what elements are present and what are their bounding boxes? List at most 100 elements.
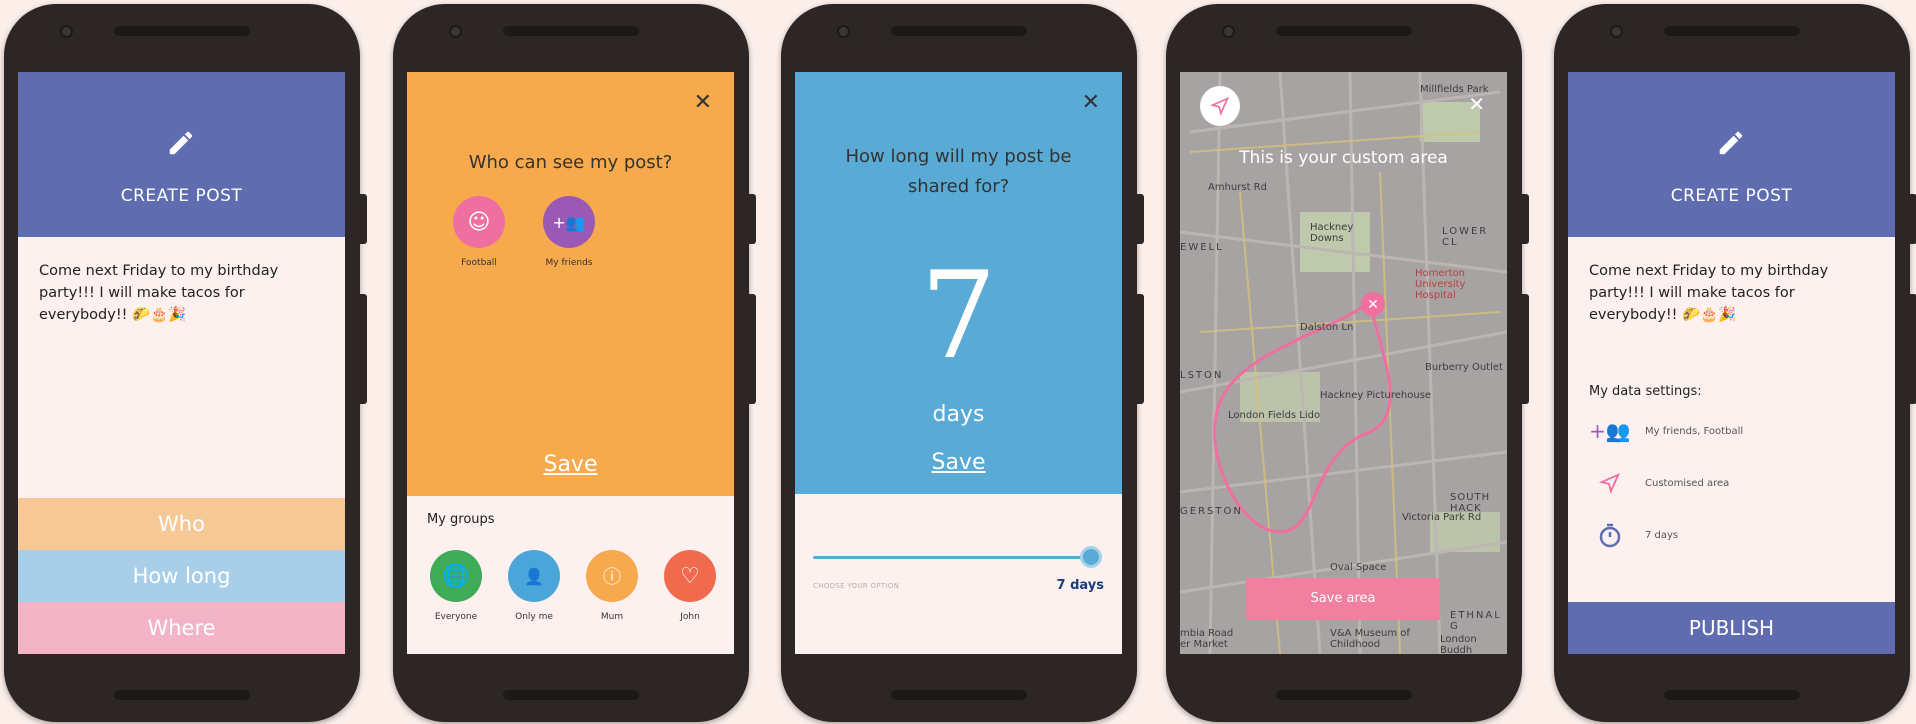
pencil-icon[interactable]	[166, 128, 196, 158]
map-label: Victoria Park Rd	[1402, 512, 1482, 523]
close-icon[interactable]: ✕	[1082, 92, 1100, 114]
selected-audience-friends[interactable]: +👥 My friends	[529, 196, 609, 268]
front-camera	[837, 25, 850, 38]
group-mum[interactable]: ⓘ Mum	[577, 550, 647, 622]
who-panel: ✕ Who can see my post? ☺ Football +👥 My …	[407, 72, 734, 496]
who-button[interactable]: Who	[18, 498, 345, 550]
save-button[interactable]: Save	[407, 452, 734, 477]
where-button[interactable]: Where	[18, 602, 345, 654]
heart-icon: ♡	[664, 550, 716, 602]
map-label: LSTON	[1180, 370, 1224, 381]
front-camera	[449, 25, 462, 38]
phone-create-post: CREATE POST Come next Friday to my birth…	[4, 4, 367, 722]
audience-label: My friends	[545, 258, 593, 268]
header: CREATE POST	[1568, 72, 1895, 237]
duration-unit: days	[932, 402, 985, 427]
save-area-button[interactable]: Save area	[1246, 578, 1440, 620]
setting-label: My friends, Football	[1645, 425, 1744, 437]
setting-area[interactable]: Customised area	[1589, 468, 1729, 498]
setting-duration[interactable]: 7 days	[1589, 520, 1678, 550]
slider-thumb[interactable]	[1080, 546, 1102, 568]
screen-publish: CREATE POST Come next Friday to my birth…	[1568, 72, 1895, 654]
map-label: Dalston Ln	[1300, 322, 1354, 333]
power-button	[1910, 194, 1916, 244]
page-title: CREATE POST	[120, 186, 243, 206]
audience-label: Football	[461, 258, 497, 268]
map-label: mbia Road er Market	[1180, 628, 1234, 650]
speaker-grille	[503, 26, 639, 36]
power-button	[360, 194, 367, 244]
volume-button	[1137, 294, 1144, 404]
add-group-icon: +👥	[543, 196, 595, 248]
screen-create-post: CREATE POST Come next Friday to my birth…	[18, 72, 345, 654]
bottom-speaker	[503, 690, 639, 700]
group-only-me[interactable]: 👤 Only me	[499, 550, 569, 622]
post-text[interactable]: Come next Friday to my birthday party!!!…	[39, 260, 325, 326]
pencil-icon[interactable]	[1716, 128, 1746, 158]
group-label: Only me	[515, 612, 553, 622]
volume-button	[749, 294, 756, 404]
navigation-arrow-icon[interactable]	[1200, 86, 1240, 126]
map-label: Oval Space	[1330, 562, 1387, 573]
phone-who: ✕ Who can see my post? ☺ Football +👥 My …	[393, 4, 756, 722]
group-label: Everyone	[434, 612, 478, 622]
screen-where: ✕ Millfields Park Hackney Downs LOWER CL…	[1180, 72, 1507, 654]
speaker-grille	[1276, 26, 1412, 36]
setting-label: 7 days	[1645, 529, 1679, 541]
question-title: How long will my post be shared for?	[845, 146, 1072, 197]
power-button	[749, 194, 756, 244]
front-camera	[1222, 25, 1235, 38]
settings-title: My data settings:	[1589, 384, 1702, 399]
bottom-speaker	[891, 690, 1027, 700]
setting-label: Customised area	[1645, 477, 1730, 489]
bottom-speaker	[114, 690, 250, 700]
bottom-speaker	[1664, 690, 1800, 700]
setting-audience[interactable]: +👥 My friends, Football	[1589, 416, 1743, 446]
duration-slider[interactable]	[813, 556, 1092, 559]
selected-audience-football[interactable]: ☺ Football	[439, 196, 519, 268]
map-label: Amhurst Rd	[1208, 182, 1267, 193]
map-label: Hackney Picturehouse	[1320, 390, 1432, 401]
close-icon[interactable]: ✕	[1468, 92, 1485, 116]
page-title: CREATE POST	[1670, 186, 1793, 206]
globe-icon: 🌐	[430, 550, 482, 602]
phone-where: ✕ Millfields Park Hackney Downs LOWER CL…	[1166, 4, 1529, 722]
info-icon: ⓘ	[586, 550, 638, 602]
bottom-speaker	[1276, 690, 1412, 700]
stopwatch-icon	[1589, 520, 1631, 550]
map-label: GERSTON	[1180, 506, 1243, 517]
speaker-grille	[114, 26, 250, 36]
add-group-icon: +👥	[1589, 419, 1631, 443]
map-label: London Fields Lido	[1228, 410, 1321, 421]
speaker-grille	[891, 26, 1027, 36]
map-label: SOUTH HACK	[1450, 492, 1491, 514]
publish-button[interactable]: PUBLISH	[1568, 602, 1895, 654]
front-camera	[1610, 25, 1623, 38]
power-button	[1522, 194, 1529, 244]
map-label: LOWER CL	[1442, 226, 1489, 248]
group-everyone[interactable]: 🌐 Everyone	[421, 550, 491, 622]
group-label: John	[680, 612, 700, 622]
save-button[interactable]: Save	[795, 450, 1122, 475]
groups-title: My groups	[427, 512, 495, 527]
smiley-icon: ☺	[453, 196, 505, 248]
map-label: ETHNAL G	[1450, 610, 1502, 632]
svg-text:✕: ✕	[1367, 297, 1379, 313]
volume-button	[360, 294, 367, 404]
map-label: Burberry Outlet	[1425, 362, 1503, 373]
how-long-button[interactable]: How long	[18, 550, 345, 602]
speaker-grille	[1664, 26, 1800, 36]
power-button	[1137, 194, 1144, 244]
group-label: Mum	[600, 612, 624, 622]
how-long-panel: ✕ How long will my post be shared for? 7…	[795, 72, 1122, 494]
close-icon[interactable]: ✕	[694, 92, 712, 114]
person-icon: 👤	[508, 550, 560, 602]
group-john[interactable]: ♡ John	[655, 550, 725, 622]
slider-hint: CHOOSE YOUR OPTION	[813, 582, 900, 590]
volume-button	[1522, 294, 1529, 404]
screen-who: ✕ Who can see my post? ☺ Football +👥 My …	[407, 72, 734, 654]
map-label: London Buddh	[1440, 634, 1477, 654]
navigation-arrow-icon	[1589, 468, 1631, 498]
post-text[interactable]: Come next Friday to my birthday party!!!…	[1589, 260, 1875, 326]
front-camera	[60, 25, 73, 38]
